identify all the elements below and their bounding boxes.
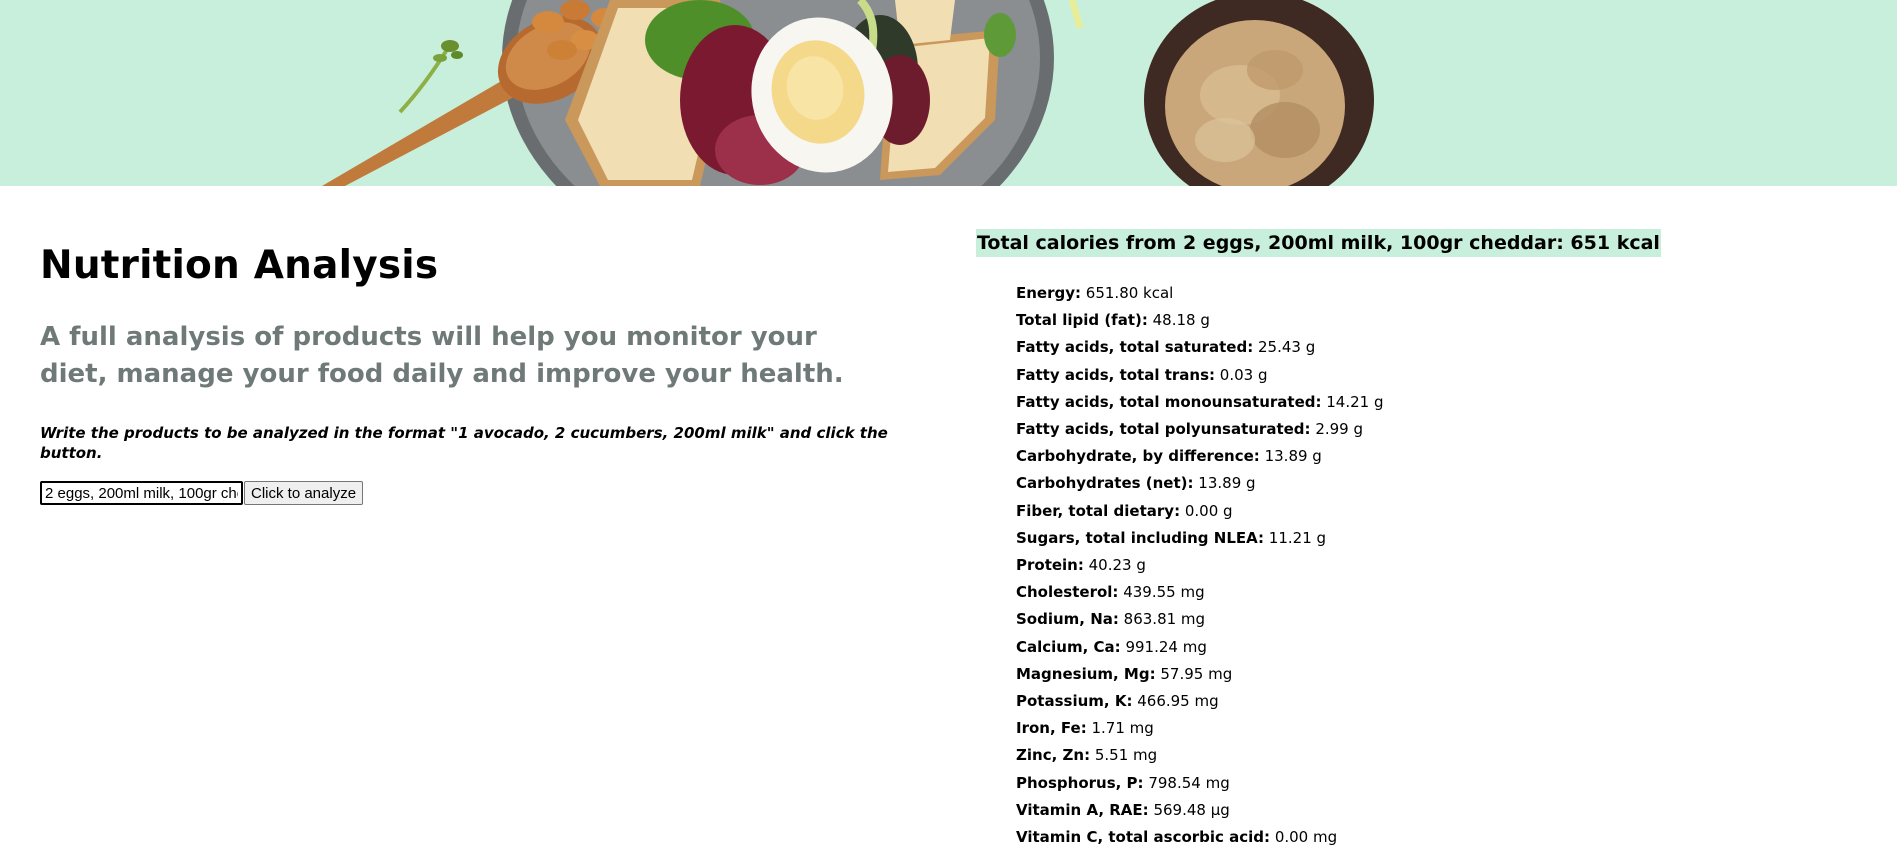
nutrient-value: 25.43 g [1257, 338, 1316, 357]
nutrient-phosphorus: Phosphorus, P: 798.54 mg [1016, 770, 1856, 797]
nutrient-protein: Protein: 40.23 g [1016, 552, 1856, 579]
food-banner-image [322, 0, 1374, 186]
nutrient-value: 57.95 mg [1160, 664, 1233, 683]
nutrient-label: Sugars, total including NLEA: [1016, 528, 1265, 547]
nutrient-potassium: Potassium, K: 466.95 mg [1016, 688, 1856, 715]
nutrient-value: 439.55 mg [1123, 583, 1205, 602]
herb-sprig [398, 40, 463, 114]
nutrient-value: 651.80 kcal [1085, 284, 1174, 302]
nutrient-trans-fat: Fatty acids, total trans: 0.03 g [1016, 362, 1856, 389]
sprout [1068, 0, 1084, 29]
nutrient-value: 466.95 mg [1137, 692, 1219, 711]
nutrient-value: 991.24 mg [1125, 637, 1207, 656]
analyze-form: Click to analyze [40, 481, 900, 505]
nutrient-label: Cholesterol: [1016, 583, 1119, 602]
nutrient-label: Phosphorus, P: [1016, 773, 1144, 792]
page-subtitle: A full analysis of products will help yo… [40, 322, 844, 389]
nutrient-sugars: Sugars, total including NLEA: 11.21 g [1016, 525, 1856, 552]
food-input[interactable] [40, 481, 243, 505]
results-section: Total calories from 2 eggs, 200ml milk, … [976, 229, 1856, 851]
hero-banner [0, 0, 1897, 186]
nutrient-value: 798.54 mg [1148, 773, 1230, 792]
nutrient-net-carbohydrates: Carbohydrates (net): 13.89 g [1016, 470, 1856, 497]
nutrient-value: 14.21 g [1326, 392, 1384, 411]
nutrient-label: Fatty acids, total saturated: [1016, 338, 1254, 357]
nutrient-label: Fatty acids, total trans: [1016, 365, 1215, 384]
nutrient-label: Carbohydrate, by difference: [1016, 447, 1260, 466]
nutrient-label: Fatty acids, total polyunsaturated: [1016, 420, 1311, 439]
nutrient-total-fat: Total lipid (fat): 48.18 g [1016, 307, 1856, 334]
nutrient-value: 0.00 g [1184, 501, 1233, 520]
nutrient-energy: Energy: 651.80 kcal [1016, 280, 1856, 307]
nutrient-label: Calcium, Ca: [1016, 637, 1121, 656]
nutrient-calcium: Calcium, Ca: 991.24 mg [1016, 634, 1856, 661]
nutrient-saturated-fat: Fatty acids, total saturated: 25.43 g [1016, 334, 1856, 361]
nutrient-value: 0.00 mg [1274, 828, 1338, 847]
nutrient-vitamin-a: Vitamin A, RAE: 569.48 µg [1016, 797, 1856, 824]
nutrient-value: 1.71 mg [1091, 719, 1154, 738]
nutrient-label: Potassium, K: [1016, 692, 1133, 711]
nutrient-carbohydrate: Carbohydrate, by difference: 13.89 g [1016, 443, 1856, 470]
nutrient-polyunsaturated-fat: Fatty acids, total polyunsaturated: 2.99… [1016, 416, 1856, 443]
nutrient-label: Iron, Fe: [1016, 719, 1087, 738]
nutrient-label: Magnesium, Mg: [1016, 664, 1156, 683]
total-calories-heading: Total calories from 2 eggs, 200ml milk, … [976, 229, 1661, 257]
nutrient-value: 13.89 g [1198, 474, 1256, 493]
nutrient-cholesterol: Cholesterol: 439.55 mg [1016, 579, 1856, 606]
nutrient-value: 0.03 g [1219, 365, 1268, 384]
nutrient-magnesium: Magnesium, Mg: 57.95 mg [1016, 661, 1856, 688]
nutrient-value: 5.51 mg [1094, 746, 1158, 765]
nutrient-label: Energy: [1016, 284, 1082, 302]
nutrient-monounsaturated-fat: Fatty acids, total monounsaturated: 14.2… [1016, 389, 1856, 416]
nutrient-label: Sodium, Na: [1016, 610, 1119, 629]
nutrient-label: Zinc, Zn: [1016, 746, 1091, 765]
nutrient-value: 2.99 g [1315, 420, 1364, 439]
nutrient-label: Carbohydrates (net): [1016, 474, 1194, 493]
nutrient-label: Total lipid (fat): [1016, 311, 1148, 330]
nutrient-iron: Iron, Fe: 1.71 mg [1016, 715, 1856, 742]
analyze-button[interactable]: Click to analyze [244, 481, 364, 505]
instructions-text: Write the products to be analyzed in the… [40, 424, 888, 462]
nutrient-value: 13.89 g [1264, 447, 1322, 466]
nutrient-label: Vitamin C, total ascorbic acid: [1016, 828, 1271, 847]
bowl-of-seeds [1144, 0, 1374, 186]
nutrient-vitamin-c: Vitamin C, total ascorbic acid: 0.00 mg [1016, 824, 1856, 851]
nutrient-label: Protein: [1016, 556, 1084, 575]
nutrient-sodium: Sodium, Na: 863.81 mg [1016, 606, 1856, 633]
nutrient-label: Fiber, total dietary: [1016, 501, 1181, 520]
nutrient-value: 40.23 g [1088, 556, 1146, 575]
nutrient-label: Vitamin A, RAE: [1016, 800, 1149, 819]
nutrient-value: 48.18 g [1152, 311, 1210, 330]
nutrient-value: 11.21 g [1268, 528, 1327, 547]
nutrient-label: Fatty acids, total monounsaturated: [1016, 392, 1322, 411]
nutrient-value: 863.81 mg [1123, 610, 1206, 629]
nutrient-list: Energy: 651.80 kcal Total lipid (fat): 4… [1016, 280, 1856, 851]
nutrient-value: 569.48 µg [1153, 800, 1230, 819]
nutrient-zinc: Zinc, Zn: 5.51 mg [1016, 742, 1856, 769]
analysis-form-section: Nutrition Analysis A full analysis of pr… [40, 240, 900, 505]
page-title: Nutrition Analysis [40, 243, 439, 288]
nutrient-fiber: Fiber, total dietary: 0.00 g [1016, 498, 1856, 525]
